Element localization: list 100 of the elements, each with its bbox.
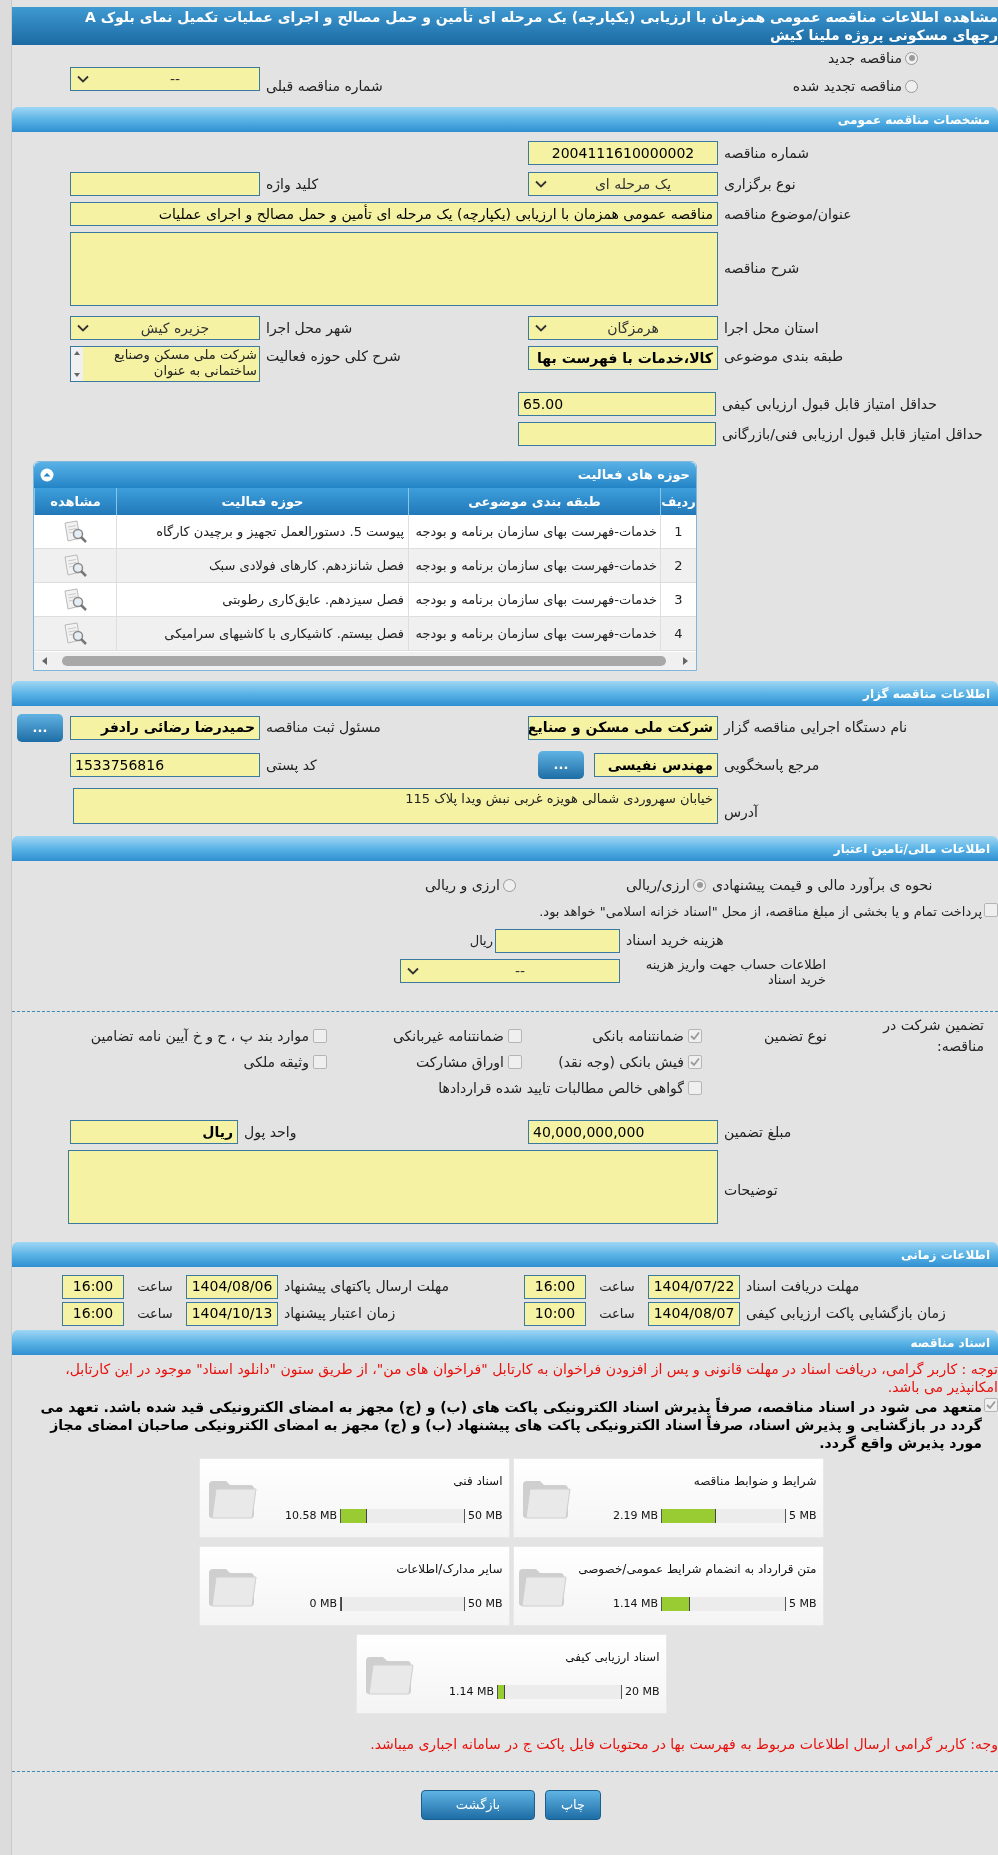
- field-label: نام دستگاه اجرایی مناقصه گزار: [724, 718, 908, 738]
- section-header: اطلاعات مالی/تامین اعتبار: [12, 836, 998, 861]
- field-label: ارزی/ریالی: [626, 875, 690, 896]
- dropdown[interactable]: هرمزگان: [528, 316, 718, 340]
- collapse-icon[interactable]: [40, 468, 54, 482]
- field-label: شماره مناقصه قبلی: [266, 76, 383, 97]
- document-search-icon[interactable]: [62, 587, 88, 612]
- field-label: هزینه خرید اسناد: [626, 931, 724, 951]
- radio-button[interactable]: [905, 51, 918, 65]
- max-size: 5 MB: [788, 1507, 817, 1524]
- input-field[interactable]: [518, 422, 716, 446]
- input-field[interactable]: حمیدرضا رضائی رادفر: [70, 715, 260, 740]
- notice-text: توجه : کاربر گرامی، دریافت اسناد در مهلت قانونی و پس از افزودن فراخوان به کارتابل "فراخوان های من"، از طریق ستون "دانلود اسناد" موجود در این کارتابل، امکانپذیر می باشد.: [64, 1360, 998, 1396]
- more-button[interactable]: ...: [17, 713, 63, 742]
- field-label: اوراق مشارکت: [415, 1052, 504, 1073]
- dropdown[interactable]: یک مرحله ای: [528, 172, 718, 196]
- input-field[interactable]: شرکت ملی مسکن و صنایع: [528, 715, 718, 740]
- table-cell: پیوست 5. دستورالعمل تجهیز و برچیدن کارگاه: [116, 515, 408, 548]
- input-field[interactable]: 16:00: [62, 1301, 124, 1326]
- input-field[interactable]: 1404/07/22: [648, 1274, 740, 1299]
- section-header: اسناد مناقصه: [12, 1330, 998, 1355]
- input-field[interactable]: مهندس نفیسی: [594, 753, 718, 777]
- checkbox[interactable]: [313, 1055, 327, 1069]
- max-size: 5 MB: [788, 1595, 817, 1612]
- checkbox[interactable]: [688, 1029, 702, 1043]
- input-field[interactable]: 16:00: [62, 1274, 124, 1299]
- table-cell: فصل سیزدهم. عایق‌کاری رطوبتی: [116, 583, 408, 616]
- text-area[interactable]: [68, 1150, 718, 1224]
- input-field[interactable]: 10:00: [524, 1301, 586, 1326]
- checkbox[interactable]: [508, 1055, 522, 1069]
- checkbox[interactable]: [313, 1029, 327, 1043]
- scroll-arrows-icon[interactable]: [71, 347, 83, 381]
- horizontal-scrollbar[interactable]: [34, 652, 696, 670]
- section-header: اطلاعات مناقصه گزار: [12, 681, 998, 706]
- dropdown[interactable]: جزیره کیش: [70, 316, 260, 340]
- file-name: اسناد ارزیابی کیفی: [565, 1648, 660, 1666]
- max-size: 50 MB: [467, 1595, 503, 1612]
- input-field[interactable]: [495, 928, 620, 953]
- page-title: رجهای مسکونی پروژه ملینا کیش: [769, 26, 998, 44]
- table-cell: 1: [660, 515, 696, 548]
- field-label: مبلغ تضمین: [724, 1122, 792, 1143]
- input-field[interactable]: 65.00: [518, 392, 716, 416]
- field-label: مناقصه تجدید شده: [792, 76, 902, 96]
- input-field[interactable]: 1533756816: [70, 753, 260, 777]
- checkbox[interactable]: [984, 1398, 998, 1412]
- field-label: فیش بانکی (وجه نقد): [558, 1052, 684, 1073]
- field-label: مناقصه جدید: [827, 48, 902, 68]
- input-field[interactable]: 1404/10/13: [186, 1301, 278, 1326]
- field-label: موارد بند پ ، ح و خ آیین نامه تضامین: [90, 1026, 309, 1047]
- field-label: مسئول ثبت مناقصه: [266, 718, 381, 738]
- text-area[interactable]: [70, 232, 718, 306]
- input-field[interactable]: 2004111610000002: [528, 141, 718, 165]
- radio-button[interactable]: [905, 79, 918, 93]
- table-cell: فصل بیستم. کاشیکاری با کاشیهای سرامیکی: [116, 617, 408, 650]
- file-size: 1.14 MB: [612, 1595, 658, 1612]
- input-field[interactable]: کالا،خدمات با فهرست بها: [528, 346, 718, 370]
- chevron-down-icon: [77, 324, 89, 332]
- input-field[interactable]: 1404/08/07: [648, 1301, 740, 1326]
- input-field[interactable]: [70, 172, 260, 196]
- currency-unit: ریال: [469, 931, 493, 951]
- document-search-icon[interactable]: [62, 519, 88, 544]
- max-size: 20 MB: [624, 1683, 660, 1700]
- checkbox[interactable]: [688, 1081, 702, 1095]
- field-label: نوع برگزاری: [724, 174, 796, 195]
- list-item: شرکت ملی مسکن وصنایع: [113, 347, 257, 363]
- action-button[interactable]: چاپ: [545, 1790, 601, 1820]
- section-header: مشخصات مناقصه عمومی: [12, 107, 998, 132]
- document-search-icon[interactable]: [62, 553, 88, 578]
- radio-button[interactable]: [503, 878, 516, 892]
- input-field[interactable]: مناقصه عمومی همزمان با ارزیابی (یکپارچه) یک مرحله ای تأمین و حمل مصالح و اجرای عملیات: [70, 202, 718, 226]
- field-label: اطلاعات حساب جهت واریز هزینه خرید اسناد: [644, 957, 826, 987]
- field-label: حداقل امتیاز قابل قبول ارزیابی فنی/بازرگانی: [722, 424, 983, 445]
- table-cell: خدمات-فهرست بهای سازمان برنامه و بودجه: [408, 515, 660, 548]
- input-field[interactable]: 1404/08/06: [186, 1274, 278, 1299]
- checkbox[interactable]: [508, 1029, 522, 1043]
- section-header: اطلاعات زمانی: [12, 1242, 998, 1267]
- input-field[interactable]: 40,000,000,000: [528, 1120, 718, 1144]
- input-field[interactable]: 16:00: [524, 1274, 586, 1299]
- field-label: مهلت دریافت اسناد: [746, 1277, 860, 1297]
- dropdown[interactable]: --: [70, 67, 260, 91]
- footnote-text: وجه: کاربر گرامی ارسال اطلاعات مربوط به فهرست بها در محتویات فایل پاکت ج در سامانه اجباری میباشد.: [369, 1735, 998, 1755]
- text-area[interactable]: خیابان سهروردی شمالی هویزه غربی نبش ویدا پلاک 115: [73, 788, 718, 824]
- checkbox[interactable]: [984, 903, 998, 917]
- checkbox[interactable]: [688, 1055, 702, 1069]
- field-label: توضیحات: [724, 1181, 778, 1201]
- action-button[interactable]: بازگشت: [421, 1790, 535, 1820]
- field-label: نحوه ی برآورد مالی و قیمت پیشنهادی: [712, 875, 933, 896]
- list-box[interactable]: شرکت ملی مسکن وصنایع ساختمانی به عنوان: [70, 346, 260, 382]
- dropdown[interactable]: --: [400, 959, 620, 983]
- input-field[interactable]: ریال: [70, 1120, 238, 1144]
- field-label: زمان بازگشایی پاکت ارزیابی کیفی: [746, 1304, 946, 1324]
- table-cell: 2: [660, 549, 696, 582]
- field-label: زمان اعتبار پیشنهاد: [284, 1304, 396, 1324]
- more-button[interactable]: ...: [538, 751, 584, 779]
- document-search-icon[interactable]: [62, 621, 88, 646]
- radio-button[interactable]: [693, 878, 706, 892]
- list-item: ساختمانی به عنوان: [152, 363, 257, 379]
- time-label: ساعت: [598, 1304, 636, 1323]
- table-cell: خدمات-فهرست بهای سازمان برنامه و بودجه: [408, 549, 660, 582]
- field-label: گواهی خالص مطالبات تایید شده قراردادها: [438, 1078, 684, 1099]
